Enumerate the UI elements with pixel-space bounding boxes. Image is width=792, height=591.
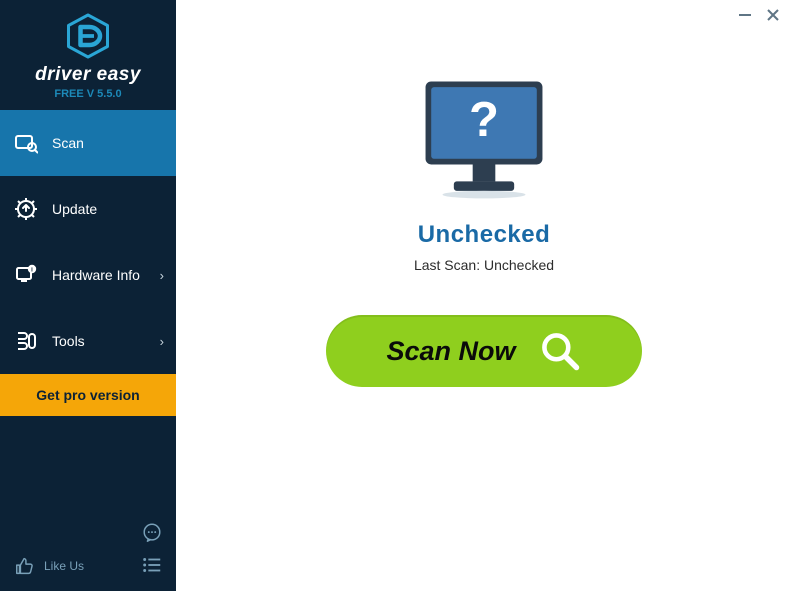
- sidebar-item-label: Get pro version: [36, 387, 139, 403]
- menu-button[interactable]: [140, 553, 164, 577]
- close-button[interactable]: [764, 6, 782, 24]
- scan-now-label: Scan Now: [386, 336, 515, 367]
- monitor-question-icon: ?: [418, 75, 550, 203]
- sidebar-item-scan[interactable]: Scan: [0, 110, 176, 176]
- sidebar-item-label: Tools: [52, 333, 160, 349]
- sidebar-item-tools[interactable]: Tools ›: [0, 308, 176, 374]
- scan-icon: [14, 131, 38, 155]
- chevron-right-icon: ›: [160, 334, 164, 349]
- sidebar-item-update[interactable]: Update: [0, 176, 176, 242]
- sidebar-spacer: [0, 416, 176, 521]
- main-panel: ? Unchecked Last Scan: Unchecked Scan No…: [176, 0, 792, 591]
- main-center: ? Unchecked Last Scan: Unchecked Scan No…: [176, 75, 792, 387]
- sidebar-bottom: Like Us: [0, 521, 176, 591]
- minimize-icon: [737, 7, 753, 23]
- sidebar-item-hardware-info[interactable]: i Hardware Info ›: [0, 242, 176, 308]
- status-subtitle: Last Scan: Unchecked: [414, 257, 554, 273]
- scan-now-button[interactable]: Scan Now: [326, 315, 642, 387]
- chat-bubble-icon: [141, 522, 163, 544]
- sidebar-item-label: Update: [52, 201, 164, 217]
- tools-icon: [14, 329, 38, 353]
- like-us-label: Like Us: [44, 559, 84, 573]
- app-window: driver easy FREE V 5.5.0 Scan Update i: [0, 0, 792, 591]
- close-icon: [765, 7, 781, 23]
- sidebar-item-get-pro[interactable]: Get pro version: [0, 374, 176, 416]
- thumbs-up-icon: [14, 555, 36, 577]
- sidebar-utility-icons: [140, 521, 164, 577]
- feedback-button[interactable]: [140, 521, 164, 545]
- list-menu-icon: [141, 554, 163, 576]
- hardware-info-icon: i: [14, 263, 38, 287]
- chevron-right-icon: ›: [160, 268, 164, 283]
- sidebar: driver easy FREE V 5.5.0 Scan Update i: [0, 0, 176, 591]
- brand-block: driver easy FREE V 5.5.0: [0, 0, 176, 110]
- sidebar-item-label: Hardware Info: [52, 267, 160, 283]
- brand-logo-icon: [64, 12, 112, 60]
- update-icon: [14, 197, 38, 221]
- magnifier-icon: [538, 329, 582, 373]
- svg-text:?: ?: [469, 93, 499, 147]
- sidebar-item-label: Scan: [52, 135, 164, 151]
- sidebar-nav: Scan Update i Hardware Info › Tools: [0, 110, 176, 416]
- window-controls: [736, 6, 782, 24]
- brand-title: driver easy: [35, 64, 141, 86]
- brand-subtitle: FREE V 5.5.0: [54, 88, 121, 100]
- like-us-button[interactable]: Like Us: [14, 555, 84, 577]
- status-title: Unchecked: [418, 221, 551, 249]
- minimize-button[interactable]: [736, 6, 754, 24]
